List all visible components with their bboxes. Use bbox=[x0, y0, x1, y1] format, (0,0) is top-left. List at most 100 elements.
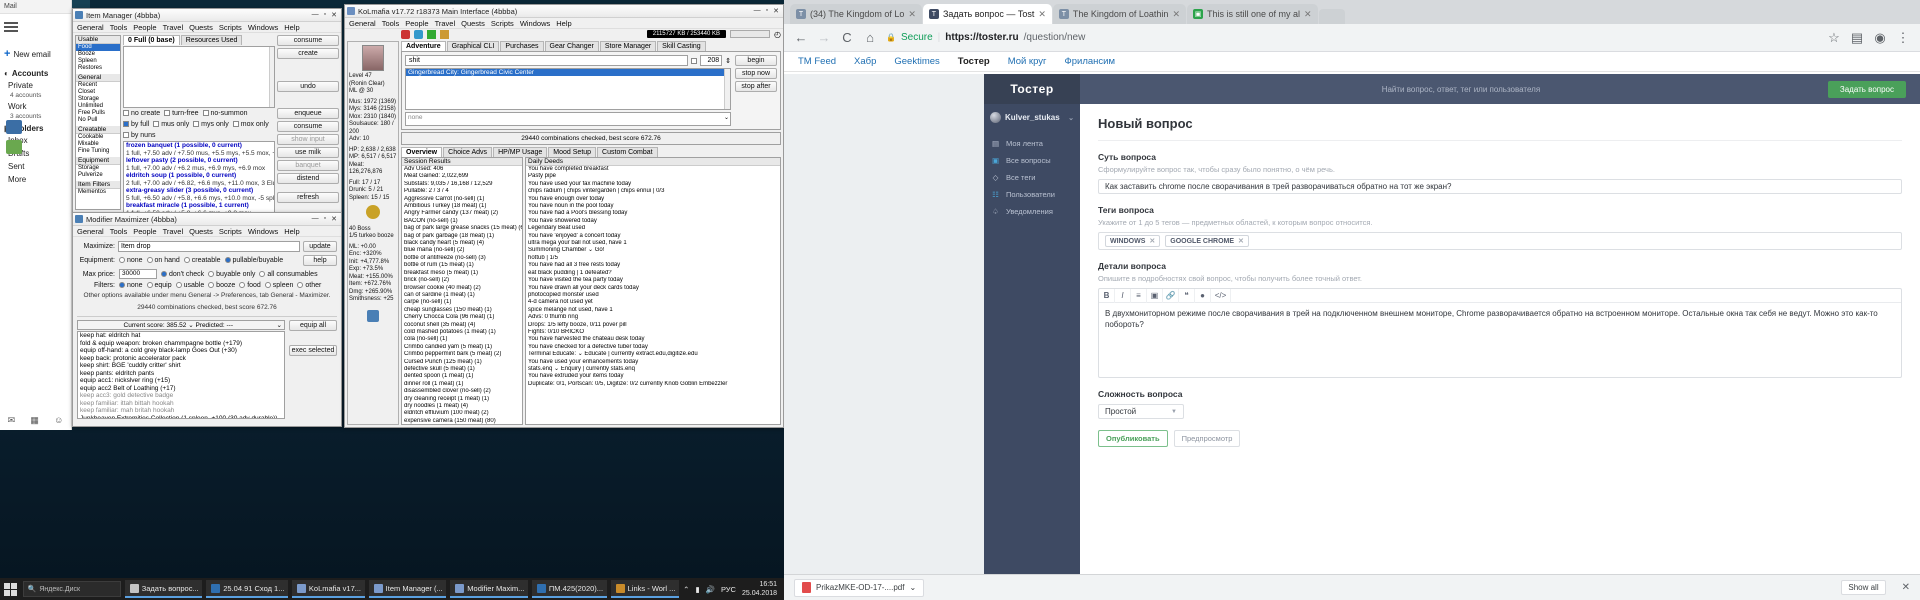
table-row[interactable]: frozen banquet (1 possible, 0 current) 1… bbox=[124, 142, 274, 157]
new-tab-button[interactable] bbox=[1318, 9, 1345, 24]
use-milk-button[interactable]: use milk bbox=[277, 147, 339, 158]
category-booze[interactable]: Booze bbox=[76, 51, 120, 58]
checkbox-box[interactable] bbox=[164, 110, 171, 116]
show-all-downloads-button[interactable]: Show all bbox=[1841, 580, 1886, 595]
window-controls[interactable]: — ▫ ✕ bbox=[312, 11, 339, 19]
kolmafia-subtabs[interactable]: Overview Choice Advs HP/MP Usage Mood Se… bbox=[401, 145, 781, 157]
preview-button[interactable]: Предпросмотр bbox=[1173, 430, 1241, 447]
bookmark-moy-krug[interactable]: Мой круг bbox=[1008, 56, 1047, 67]
equipment-row[interactable]: Equipment: none on hand creatable pullab… bbox=[77, 255, 337, 266]
checkbox-by-full[interactable]: by full bbox=[123, 121, 149, 128]
bold-icon[interactable]: B bbox=[1099, 288, 1115, 303]
filter-booze[interactable]: booze bbox=[208, 282, 235, 289]
banquet-button[interactable]: banquet bbox=[277, 160, 339, 171]
minimize-icon[interactable]: — bbox=[312, 215, 319, 223]
list-item[interactable]: You have drawn all your deck cards today bbox=[526, 285, 780, 292]
item-manager-menubar[interactable]: General Tools People Travel Quests Scrip… bbox=[73, 22, 341, 33]
distend-button[interactable]: distend bbox=[277, 173, 339, 184]
code-icon[interactable]: </> bbox=[1211, 288, 1231, 303]
sidebar-item-all-questions[interactable]: ▣ Все вопросы bbox=[984, 152, 1080, 169]
list-item[interactable]: You have enough over today bbox=[526, 196, 780, 203]
radio-box[interactable] bbox=[208, 282, 215, 288]
item-manager-titlebar[interactable]: Item Manager (4bbba) — ▫ ✕ bbox=[73, 9, 341, 22]
system-tray[interactable]: ⌃ ▮ 🔊 РУС 16:51 25.04.2018 bbox=[683, 580, 781, 598]
remove-tag-icon[interactable]: ✕ bbox=[1238, 237, 1244, 245]
kolmafia-panes[interactable]: Session Results Adv Used: 406 Meat Gained… bbox=[401, 157, 781, 425]
link-icon[interactable]: 🔗 bbox=[1163, 288, 1179, 303]
mail-icon[interactable]: ✉ bbox=[8, 415, 16, 426]
desktop-icons[interactable] bbox=[6, 120, 28, 160]
menu-people[interactable]: People bbox=[133, 227, 156, 236]
tray-chevron-icon[interactable]: ⌃ bbox=[683, 585, 689, 594]
max-price-input[interactable]: 30000 bbox=[119, 269, 157, 279]
radio-box[interactable] bbox=[175, 282, 182, 288]
list-item[interactable]: You have noun in the pool today bbox=[526, 203, 780, 210]
radio-all-consumables[interactable]: all consumables bbox=[259, 270, 318, 278]
list-item[interactable]: You have 'enjoyed' a concert today bbox=[526, 233, 780, 240]
list-item[interactable]: You have extruded your items today bbox=[526, 373, 780, 380]
menu-help[interactable]: Help bbox=[284, 227, 299, 236]
list-item[interactable]: keep familiar: mah britah hookah bbox=[78, 407, 284, 415]
list-item[interactable]: fold & equip weapon: broken chammpagne b… bbox=[78, 340, 284, 348]
consume2-button[interactable]: consume bbox=[277, 121, 339, 132]
details-textarea[interactable]: В двухмониторном режиме после сворачиван… bbox=[1099, 303, 1901, 377]
toster-logo[interactable]: Тостер bbox=[984, 74, 1080, 104]
kolmafia-titlebar[interactable]: KoLmafia v17.72 r18373 Main Interface (4… bbox=[345, 5, 783, 18]
extension-icon[interactable]: ▤ bbox=[1850, 30, 1864, 46]
list-item[interactable]: Ambitious Turkey (18 meat) (1) bbox=[402, 203, 522, 210]
list-item[interactable]: dented spoon (1 meat) (1) bbox=[402, 373, 522, 380]
list-item[interactable]: eldritch effluvium (100 meat) (2) bbox=[402, 410, 522, 417]
tag-chip[interactable]: GOOGLE CHROME ✕ bbox=[1165, 235, 1249, 247]
italic-icon[interactable]: I bbox=[1115, 288, 1131, 303]
list-item[interactable]: Legendary Beat used bbox=[526, 225, 780, 232]
list-item[interactable]: BACON (no-sell) (1) bbox=[402, 218, 522, 225]
menu-general[interactable]: General bbox=[77, 23, 104, 32]
category-mementos[interactable]: Mementos bbox=[76, 189, 120, 196]
checkbox-box[interactable] bbox=[232, 121, 239, 127]
location-list[interactable]: Gingerbread City: Gingerbread Civic Cent… bbox=[405, 68, 731, 110]
tab-adventure[interactable]: Adventure bbox=[401, 41, 446, 51]
downloads-bar[interactable]: PrikazMKE-OD-17-....pdf ⌄ Show all ✕ bbox=[784, 574, 1920, 600]
browser-tab-3[interactable]: T The Kingdom of Loathin ✕ bbox=[1052, 4, 1186, 24]
chevron-down-icon[interactable]: ⌄ bbox=[1068, 114, 1074, 122]
tag-chip[interactable]: WINDOWS ✕ bbox=[1105, 235, 1161, 247]
checkbox-by-nuns[interactable]: by nuns bbox=[123, 132, 155, 139]
list-item[interactable]: bottle of rum (15 meat) (1) bbox=[402, 262, 522, 269]
form-actions[interactable]: Опубликовать Предпросмотр bbox=[1098, 430, 1902, 447]
taskbar-item-4[interactable]: Item Manager (... bbox=[368, 580, 447, 598]
details-editor[interactable]: B I ≡ ▣ 🔗 ❝ ● </> В двухмониторном режим… bbox=[1098, 288, 1902, 378]
calendar-icon[interactable]: ▦ bbox=[30, 415, 39, 426]
radio-box[interactable] bbox=[161, 270, 167, 277]
list-item[interactable]: keep shirt: BGE 'cuddly critter' shirt bbox=[78, 362, 284, 370]
desktop-icon-1[interactable] bbox=[6, 120, 22, 134]
radio-dont-check[interactable]: don't check bbox=[161, 270, 204, 278]
maximizer-menubar[interactable]: General Tools People Travel Quests Scrip… bbox=[73, 226, 341, 237]
category-storage[interactable]: Storage bbox=[76, 96, 120, 103]
item-manager-tabs[interactable]: 0 Full (0 base) Resources Used bbox=[123, 35, 275, 46]
menu-general[interactable]: General bbox=[77, 227, 104, 236]
category-recent[interactable]: Recent bbox=[76, 82, 120, 89]
list-item[interactable]: chips radium | chips vintergarden | chip… bbox=[526, 188, 780, 195]
radio-box[interactable] bbox=[119, 257, 125, 263]
item-manager-window[interactable]: Item Manager (4bbba) — ▫ ✕ General Tools… bbox=[72, 8, 342, 229]
list-item[interactable]: equip acc1: nickslver ring (+15) bbox=[78, 377, 284, 385]
mp-icon[interactable] bbox=[414, 29, 423, 39]
table-row[interactable]: leftover pasty (2 possible, 0 current) 1… bbox=[124, 157, 274, 172]
update-button[interactable]: update bbox=[303, 241, 337, 252]
conditions-input[interactable]: none ⌄ bbox=[405, 112, 731, 126]
start-button[interactable] bbox=[3, 581, 19, 597]
folder-sent[interactable]: Sent bbox=[0, 160, 71, 173]
sidebar-item-my-feed[interactable]: ▤ Моя лента bbox=[984, 135, 1080, 152]
list-item[interactable]: 4-d camera not used yet bbox=[526, 299, 780, 306]
minimize-icon[interactable]: — bbox=[312, 11, 319, 19]
editor-toolbar[interactable]: B I ≡ ▣ 🔗 ❝ ● </> bbox=[1099, 288, 1901, 303]
radio-box[interactable] bbox=[264, 282, 271, 288]
list-item[interactable]: Pasty pipe bbox=[526, 173, 780, 180]
taskbar-item-3[interactable]: KoLmafia v17... bbox=[291, 580, 365, 598]
mall-icon[interactable] bbox=[440, 29, 449, 39]
list-item[interactable]: brick (no-sell) (2) bbox=[402, 277, 522, 284]
radio-box[interactable] bbox=[119, 282, 125, 288]
bookmark-habr[interactable]: Хабр bbox=[854, 56, 876, 67]
publish-button[interactable]: Опубликовать bbox=[1098, 430, 1168, 447]
maximizer-results-list[interactable]: keep hat: eldritch hat fold & equip weap… bbox=[77, 331, 285, 419]
